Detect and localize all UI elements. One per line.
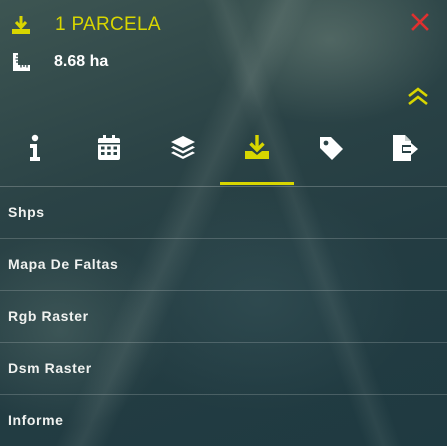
area-row: 8.68 ha	[10, 50, 108, 74]
close-icon	[411, 13, 429, 31]
ruler-icon	[10, 51, 32, 73]
layers-icon	[171, 136, 195, 159]
list-item-label: Rgb Raster	[8, 307, 89, 324]
title-row: 1 PARCELA	[10, 12, 161, 38]
list-item-label: Informe	[8, 412, 64, 428]
parcel-panel: 1 PARCELA 8.68 ha Shps Mapa De Faltas Rg…	[0, 0, 447, 446]
list-item-label: Shps	[8, 203, 45, 220]
tab-calendar[interactable]	[72, 128, 146, 186]
download-item-informe[interactable]: Informe	[0, 395, 447, 446]
list-item-label: Mapa De Faltas	[8, 255, 119, 272]
info-icon	[30, 134, 40, 161]
download-list: Shps Mapa De Faltas Rgb Raster Dsm Raste…	[0, 187, 447, 446]
download-item-shps[interactable]: Shps	[0, 187, 447, 239]
double-chevron-up-icon	[408, 87, 428, 106]
collapse-button[interactable]	[406, 86, 430, 108]
calendar-icon	[98, 135, 120, 160]
download-item-dsm-raster[interactable]: Dsm Raster	[0, 343, 447, 395]
tab-layers[interactable]	[146, 128, 220, 186]
tag-icon	[320, 137, 343, 160]
download-icon	[245, 135, 269, 159]
download-icon	[10, 14, 32, 36]
tab-export[interactable]	[368, 128, 442, 186]
tab-downloads[interactable]	[220, 128, 294, 186]
tab-info[interactable]	[0, 128, 72, 186]
download-item-mapa-de-faltas[interactable]: Mapa De Faltas	[0, 239, 447, 291]
list-item-label: Dsm Raster	[8, 359, 92, 376]
parcel-area: 8.68 ha	[54, 53, 109, 70]
file-export-icon	[393, 135, 418, 161]
parcel-title: 1 PARCELA	[55, 14, 161, 35]
panel-header: 1 PARCELA 8.68 ha	[0, 0, 447, 120]
download-item-rgb-raster[interactable]: Rgb Raster	[0, 291, 447, 343]
tab-tags[interactable]	[294, 128, 368, 186]
close-button[interactable]	[411, 13, 429, 31]
tab-bar	[0, 128, 447, 186]
